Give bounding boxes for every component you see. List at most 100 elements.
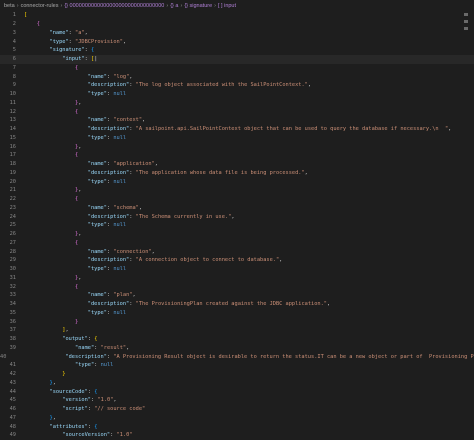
code-line[interactable]: 39 "name": "result", xyxy=(0,344,474,353)
code-line[interactable]: 10 "type": null xyxy=(0,90,474,99)
code-line[interactable]: 33 "name": "plan", xyxy=(0,291,474,300)
line-number: 19 xyxy=(9,169,16,176)
breadcrumb-item[interactable]: {} a xyxy=(170,3,178,9)
code-line[interactable]: 3 "name": "a", xyxy=(0,29,474,38)
code-line[interactable]: 7 { xyxy=(0,64,474,73)
code-editor[interactable]: 1[2 {3 "name": "a", 4 "type": "JDBCProvis… xyxy=(0,11,474,438)
line-number: 48 xyxy=(9,423,16,430)
code-line[interactable]: 37 ], xyxy=(0,326,474,335)
line-number: 1 xyxy=(12,12,16,19)
line-number: 17 xyxy=(9,152,16,159)
code-line[interactable]: 5 "signature": { xyxy=(0,46,474,55)
code-text: { xyxy=(75,283,79,290)
line-number: 42 xyxy=(9,371,16,378)
code-line[interactable]: 22 { xyxy=(0,195,474,204)
code-text: } xyxy=(75,318,79,325)
code-text: "type": null xyxy=(87,309,127,316)
line-number: 14 xyxy=(9,126,16,133)
code-text: }, xyxy=(49,379,56,386)
code-line[interactable]: 46 "script": "// source code" xyxy=(0,405,474,414)
code-text: "attributes": { xyxy=(49,423,98,430)
code-line[interactable]: 30 "type": null xyxy=(0,265,474,274)
code-line[interactable]: 47 }, xyxy=(0,414,474,423)
code-line[interactable]: 13 "name": "context", xyxy=(0,116,474,125)
overview-marker xyxy=(464,20,468,23)
breadcrumb-separator-icon: › xyxy=(16,2,19,9)
code-line[interactable]: 40 "description": "A Provisioning Result… xyxy=(0,352,474,361)
code-line[interactable]: 25 "type": null xyxy=(0,221,474,230)
code-text: "type": null xyxy=(87,178,127,185)
line-number: 16 xyxy=(9,143,16,150)
code-line[interactable]: 8 "name": "log", xyxy=(0,72,474,81)
line-number: 3 xyxy=(12,29,16,36)
code-line[interactable]: 29 "description": "A connection object t… xyxy=(0,256,474,265)
code-line[interactable]: 24 "description": "The Schema currently … xyxy=(0,212,474,221)
code-line[interactable]: 31 }, xyxy=(0,274,474,283)
code-line[interactable]: 26 }, xyxy=(0,230,474,239)
breadcrumb-item[interactable]: beta xyxy=(4,3,15,9)
code-text: }, xyxy=(49,414,56,421)
code-line[interactable]: 14 "description": "A sailpoint.api.SailP… xyxy=(0,125,474,134)
code-text: "version": "1.0", xyxy=(62,397,117,404)
line-number: 26 xyxy=(9,231,16,238)
line-number: 10 xyxy=(9,91,16,98)
code-line[interactable]: 48 "attributes": { xyxy=(0,422,474,431)
code-line[interactable]: 6 "input": [| xyxy=(0,54,474,64)
code-line[interactable]: 36 } xyxy=(0,317,474,326)
code-line[interactable]: 49 "sourceVersion": "1.0" xyxy=(0,431,474,440)
line-number: 45 xyxy=(9,397,16,404)
code-line[interactable]: 19 "description": "The application whose… xyxy=(0,169,474,178)
code-line[interactable]: 38 "output": { xyxy=(0,335,474,344)
code-line[interactable]: 2 { xyxy=(0,20,474,29)
code-text: "sourceVersion": "1.0" xyxy=(62,432,133,439)
code-line[interactable]: 41 "type": null xyxy=(0,361,474,370)
code-text: "input": [| xyxy=(62,56,98,63)
code-line[interactable]: 1[ xyxy=(0,11,474,20)
line-number: 44 xyxy=(9,388,16,395)
code-line[interactable]: 34 "description": "The ProvisioningPlan … xyxy=(0,300,474,309)
code-line[interactable]: 45 "version": "1.0", xyxy=(0,396,474,405)
line-number: 36 xyxy=(9,318,16,325)
code-line[interactable]: 20 "type": null xyxy=(0,177,474,186)
code-line[interactable]: 15 "type": null xyxy=(0,134,474,143)
code-line[interactable]: 27 { xyxy=(0,239,474,248)
overview-marker xyxy=(464,27,468,30)
code-text: { xyxy=(75,239,79,246)
code-line[interactable]: 44 "sourceCode": { xyxy=(0,387,474,396)
code-line[interactable]: 11 }, xyxy=(0,99,474,108)
breadcrumb-item[interactable]: {} 0000000000000000000000000000000 xyxy=(64,3,164,9)
code-text: "script": "// source code" xyxy=(62,406,146,413)
breadcrumb-item[interactable]: [ ] input xyxy=(218,3,236,9)
code-line[interactable]: 42 } xyxy=(0,370,474,379)
code-line[interactable]: 16 }, xyxy=(0,142,474,151)
code-line[interactable]: 43 }, xyxy=(0,379,474,388)
code-line[interactable]: 17 { xyxy=(0,151,474,160)
code-line[interactable]: 18 "name": "application", xyxy=(0,160,474,169)
code-line[interactable]: 32 { xyxy=(0,282,474,291)
breadcrumb-item[interactable]: {} signature xyxy=(184,3,212,9)
line-number: 18 xyxy=(9,161,16,168)
code-text: "type": null xyxy=(75,362,114,369)
breadcrumb-item[interactable]: connector-rules xyxy=(21,3,59,9)
code-text: "description": "A sailpoint.api.SailPoin… xyxy=(87,126,452,133)
line-number: 29 xyxy=(9,257,16,264)
line-number: 46 xyxy=(9,406,16,413)
line-number: 43 xyxy=(9,379,16,386)
line-number: 30 xyxy=(9,266,16,273)
code-line[interactable]: 4 "type": "JDBCProvision", xyxy=(0,37,474,46)
line-number: 49 xyxy=(9,432,16,439)
code-text: [ xyxy=(24,12,28,19)
code-text: "description": "The log object associate… xyxy=(87,82,312,89)
line-number: 27 xyxy=(9,239,16,246)
code-line[interactable]: 21 }, xyxy=(0,186,474,195)
code-text: "description": "The ProvisioningPlan cre… xyxy=(87,301,331,308)
code-text: "signature": { xyxy=(49,47,95,54)
code-line[interactable]: 35 "type": null xyxy=(0,309,474,318)
code-text: "name": "application", xyxy=(87,161,158,168)
code-line[interactable]: 9 "description": "The log object associa… xyxy=(0,81,474,90)
overview-marker xyxy=(464,13,468,16)
code-line[interactable]: 28 "name": "connection", xyxy=(0,247,474,256)
code-line[interactable]: 12 { xyxy=(0,107,474,116)
code-text: { xyxy=(36,21,40,28)
code-line[interactable]: 23 "name": "schema", xyxy=(0,204,474,213)
